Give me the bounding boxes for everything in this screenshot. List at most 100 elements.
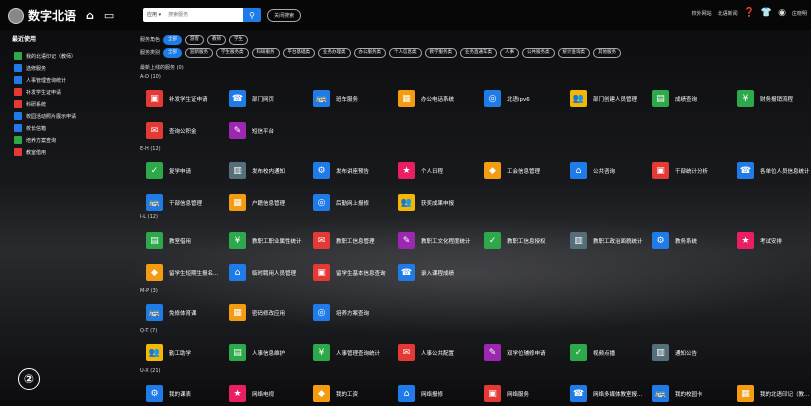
app-tile[interactable]: ▤ 成绩查询 <box>652 90 697 107</box>
avatar[interactable]: ◉ <box>778 8 786 18</box>
category-chip[interactable]: 办公服务类 <box>353 47 387 58</box>
app-tile[interactable]: ▥ 通知公告 <box>652 344 697 361</box>
sidebar-item[interactable]: 科研系统 <box>14 100 46 108</box>
category-chip[interactable]: 其他服务 <box>593 47 622 58</box>
role-chip[interactable]: 学生 <box>229 34 249 45</box>
app-tile[interactable]: 🚌 免修体育课 <box>146 304 197 321</box>
shirt-icon[interactable]: 👕 <box>761 8 772 18</box>
category-chip[interactable]: 公共服务类 <box>522 47 555 58</box>
app-tile[interactable]: ◆ 工会信息管理 <box>484 162 540 179</box>
help-icon[interactable]: ❓ <box>744 8 755 18</box>
app-tile[interactable]: ▣ 干部统计分析 <box>652 162 708 179</box>
app-icon: 🚌 <box>146 194 163 211</box>
app-tile[interactable]: ◆ 留学生短期生报名... <box>146 264 218 281</box>
sidebar-item[interactable]: 教室借用 <box>14 148 46 156</box>
app-tile[interactable]: ◎ 北语ipv6 <box>484 90 530 107</box>
app-tile[interactable]: ▥ 发布校内通知 <box>229 162 285 179</box>
category-chip[interactable]: 教学服务类 <box>424 47 458 58</box>
section-title: Q-T (7) <box>140 328 158 334</box>
app-tile[interactable]: ▤ 教室借用 <box>146 232 191 249</box>
sidebar-item[interactable]: 校长信箱 <box>14 124 46 132</box>
sidebar-item[interactable]: 人事管理查询统计 <box>14 76 66 84</box>
app-tile[interactable]: ▦ 密码修改应用 <box>229 304 285 321</box>
category-chip[interactable]: 学生服务类 <box>216 47 249 58</box>
app-tile[interactable]: ✓ 教职工信息授权 <box>484 232 546 249</box>
category-chip[interactable]: 个人信息类 <box>389 47 422 58</box>
app-tile[interactable]: ▦ 我的北语印记（教... <box>737 385 809 402</box>
category-chip[interactable]: 全部 <box>163 47 183 58</box>
user-name[interactable]: 庄晓明 <box>792 10 807 17</box>
app-tile[interactable]: ¥ 教职工职业属性统计 <box>229 232 302 249</box>
monitor-icon[interactable]: ▭ <box>104 9 114 22</box>
app-tile[interactable]: ◆ 我的工资 <box>313 385 358 402</box>
app-tile[interactable]: ⌂ 公共咨询 <box>570 162 615 179</box>
app-tile[interactable]: ✎ 短信平台 <box>229 122 274 139</box>
app-tile[interactable]: 👥 部门创建人员管理 <box>570 90 637 107</box>
app-tile[interactable]: ⚙ 我的课表 <box>146 385 191 402</box>
portal-link[interactable]: 校外网站 <box>692 10 712 17</box>
app-tile[interactable]: ✉ 教职工信息管理 <box>313 232 375 249</box>
app-tile[interactable]: ✉ 查询公积金 <box>146 122 197 139</box>
app-tile[interactable]: ▤ 人事信息维护 <box>229 344 285 361</box>
sidebar-item[interactable]: 选修服务 <box>14 64 46 72</box>
role-chip[interactable]: 全部 <box>163 34 183 45</box>
app-tile[interactable]: ⌂ 临时聘用人员管理 <box>229 264 296 281</box>
app-tile[interactable]: ☎ 各单位人员信息统计 <box>737 162 810 179</box>
sidebar-item-label: 校园活动照片展示申请 <box>26 113 77 120</box>
app-tile[interactable]: ★ 个人日程 <box>398 162 443 179</box>
category-chip[interactable]: 人事 <box>500 47 520 58</box>
close-search-button[interactable]: 关闭搜索 <box>267 8 302 22</box>
app-tile[interactable]: ★ 考试安排 <box>737 232 782 249</box>
app-tile[interactable]: 🚌 班车服务 <box>313 90 358 107</box>
sidebar-item[interactable]: 校园活动照片展示申请 <box>14 112 76 120</box>
app-tile[interactable]: ◎ 培养方案查询 <box>313 304 369 321</box>
app-tile[interactable]: ¥ 财务报销流程 <box>737 90 793 107</box>
app-icon: ☎ <box>737 162 754 179</box>
app-tile[interactable]: ✎ 教职工文化程度统计 <box>398 232 471 249</box>
app-tile[interactable]: ¥ 人事管理查询统计 <box>313 344 380 361</box>
app-icon: ⌂ <box>398 385 415 402</box>
app-label: 临时聘用人员管理 <box>252 270 297 277</box>
app-label: 教职工职业属性统计 <box>252 238 302 245</box>
app-tile[interactable]: ☎ 录入课程成绩 <box>398 264 454 281</box>
app-tile[interactable]: 👥 获奖成果申报 <box>398 194 454 211</box>
app-tile[interactable]: 🚌 干部信息管理 <box>146 194 202 211</box>
app-tile[interactable]: ✎ 双学位辅修申请 <box>484 344 546 361</box>
app-tile[interactable]: ⌂ 网络报修 <box>398 385 443 402</box>
sidebar-item[interactable]: 我的北语印记（教师） <box>14 52 76 60</box>
search-select[interactable]: 应用 ▾ <box>143 8 166 22</box>
app-tile[interactable]: ▥ 教职工政治面貌统计 <box>570 232 643 249</box>
app-tile[interactable]: ⚙ 教务系统 <box>652 232 697 249</box>
app-tile[interactable]: 👥 勤工助学 <box>146 344 191 361</box>
app-tile[interactable]: ▦ 户籍信息管理 <box>229 194 285 211</box>
app-label: 部门网页 <box>252 96 275 103</box>
app-tile[interactable]: ⚙ 发布讲座预告 <box>313 162 369 179</box>
category-chip[interactable]: 平台基础类 <box>282 47 316 58</box>
app-tile[interactable]: ☎ 部门网页 <box>229 90 274 107</box>
category-chip[interactable]: 统计查询类 <box>557 47 591 58</box>
app-tile[interactable]: ☎ 网络多媒体教室报... <box>570 385 642 402</box>
app-tile[interactable]: ▣ 留学生基本信息查询 <box>313 264 386 281</box>
app-tile[interactable]: ✉ 人事公共配置 <box>398 344 454 361</box>
sidebar-item[interactable]: 补发学生证申请 <box>14 88 61 96</box>
app-tile[interactable]: ✓ 复学申请 <box>146 162 191 179</box>
home-icon[interactable]: ⌂ <box>86 9 94 22</box>
app-tile[interactable]: ◎ 后勤网上报修 <box>313 194 369 211</box>
category-chip[interactable]: 迎新服务 <box>185 47 214 58</box>
category-chip[interactable]: 业务办理类 <box>318 47 351 58</box>
app-tile[interactable]: ✓ 视频点播 <box>570 344 615 361</box>
app-tile[interactable]: 🚌 我的校园卡 <box>652 385 703 402</box>
sidebar-item-label: 人事管理查询统计 <box>26 77 67 84</box>
news-link[interactable]: 北语新闻 <box>718 10 738 17</box>
role-chip[interactable]: 游客 <box>185 34 205 45</box>
sidebar-item[interactable]: 培养方案查询 <box>14 136 56 144</box>
app-tile[interactable]: ▣ 补发学生证申请 <box>146 90 208 107</box>
role-chip[interactable]: 教师 <box>207 34 227 45</box>
app-tile[interactable]: ▣ 网络服务 <box>484 385 529 402</box>
search-button[interactable]: ⚲ <box>243 8 262 22</box>
category-chip[interactable]: 科研服务 <box>251 47 280 58</box>
category-chip[interactable]: 业务直通车类 <box>460 47 498 58</box>
search-input[interactable] <box>165 8 244 22</box>
app-tile[interactable]: ★ 网络电视 <box>229 385 274 402</box>
app-tile[interactable]: ▦ 办公电话系统 <box>398 90 454 107</box>
